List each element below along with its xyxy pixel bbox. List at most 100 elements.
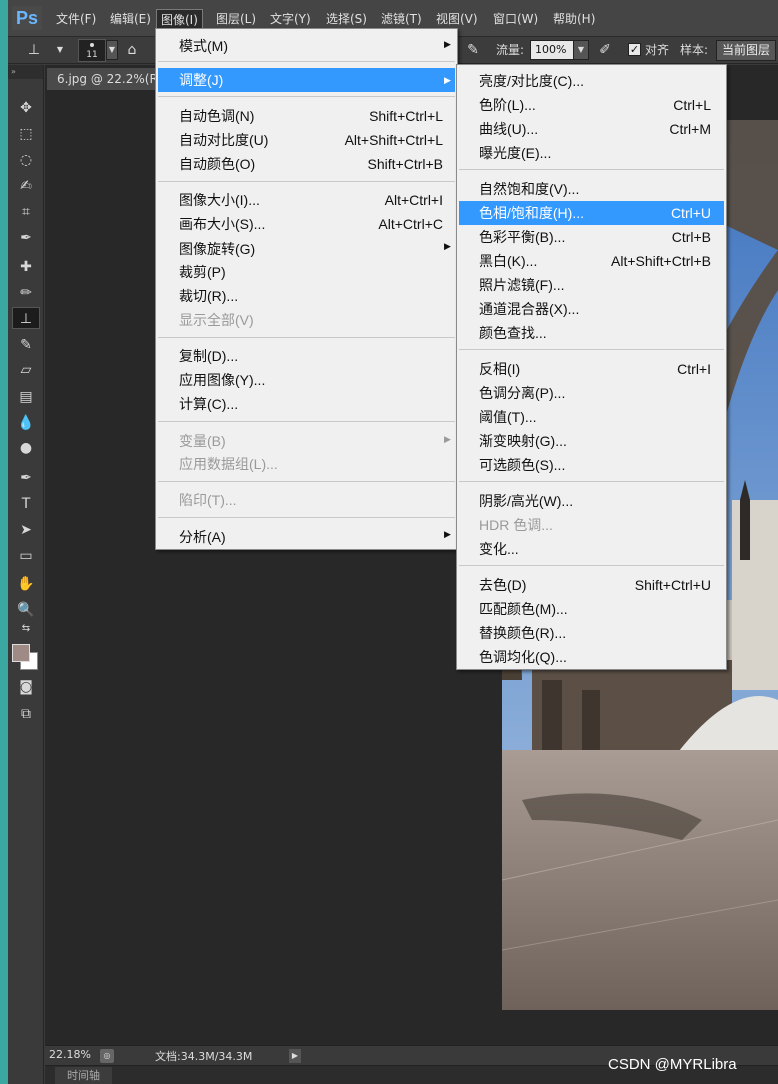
foreground-color-swatch[interactable] [12, 644, 30, 662]
adjust-item-black-white[interactable]: 黑白(K)... Alt+Shift+Ctrl+B [479, 249, 711, 273]
brush-preset-picker[interactable]: 11 [78, 39, 106, 62]
adjust-item-equalize[interactable]: 色调均化(Q)... [479, 645, 711, 669]
menu-select[interactable]: 选择(S) [322, 9, 371, 29]
adjust-item-replace-color[interactable]: 替换颜色(R)... [479, 621, 711, 645]
adjust-item-levels[interactable]: 色阶(L)... Ctrl+L [479, 93, 711, 117]
history-brush-tool-icon[interactable]: ✎ [12, 334, 40, 356]
adjust-item-vibrance[interactable]: 自然饱和度(V)... [479, 177, 711, 201]
adjust-item-exposure[interactable]: 曝光度(E)... [479, 141, 711, 165]
move-tool-icon[interactable]: ✥ [12, 97, 40, 119]
document-tab[interactable]: 6.jpg @ 22.2%(RG [47, 68, 157, 90]
adjust-item-invert[interactable]: 反相(I) Ctrl+I [479, 357, 711, 381]
healing-brush-tool-icon[interactable]: ✚ [12, 256, 40, 278]
image-menu-item-duplicate[interactable]: 复制(D)... [179, 344, 443, 368]
image-menu-item-analysis[interactable]: 分析(A) [179, 525, 443, 549]
adjust-item-desaturate[interactable]: 去色(D) Shift+Ctrl+U [479, 573, 711, 597]
adjust-item-hue-saturation[interactable]: 色相/饱和度(H)... Ctrl+U [459, 201, 724, 225]
marquee-tool-icon[interactable]: ⬚ [12, 123, 40, 145]
adjust-item-selective-color[interactable]: 可选颜色(S)... [479, 453, 711, 477]
image-menu-item-canvas-size[interactable]: 画布大小(S)... Alt+Ctrl+C [179, 212, 443, 236]
airbrush-icon[interactable]: ✎ [463, 41, 483, 59]
align-checkbox[interactable]: ✓ [628, 43, 641, 56]
image-menu-item-auto-tone[interactable]: 自动色调(N) Shift+Ctrl+L [179, 104, 443, 128]
image-menu-item-variables[interactable]: 变量(B) [179, 429, 443, 453]
menu-divider [459, 481, 724, 482]
type-tool-icon[interactable]: T [12, 493, 40, 515]
brush-dropdown-icon[interactable]: ▼ [106, 40, 118, 60]
menu-file[interactable]: 文件(F) [52, 9, 100, 29]
flow-input[interactable]: 100% [530, 40, 574, 60]
image-menu-item-calculations[interactable]: 计算(C)... [179, 392, 443, 416]
image-menu-item-trap[interactable]: 陷印(T)... [179, 488, 443, 512]
adjust-item-curves[interactable]: 曲线(U)... Ctrl+M [479, 117, 711, 141]
adjust-item-brightness-contrast[interactable]: 亮度/对比度(C)... [479, 69, 711, 93]
menu-type[interactable]: 文字(Y) [266, 9, 315, 29]
toolbox-collapse-icon[interactable]: » [8, 65, 43, 79]
quick-select-tool-icon[interactable]: ✍ [12, 175, 40, 197]
adjust-item-posterize[interactable]: 色调分离(P)... [479, 381, 711, 405]
gradient-tool-icon[interactable]: ▤ [12, 386, 40, 408]
image-menu-item-apply-image[interactable]: 应用图像(Y)... [179, 368, 443, 392]
menu-view[interactable]: 视图(V) [432, 9, 482, 29]
photoshop-logo: Ps [12, 6, 42, 30]
pressure-opacity-icon[interactable]: ✐ [595, 41, 615, 59]
adjust-item-color-lookup[interactable]: 颜色查找... [479, 321, 711, 345]
adjust-item-photo-filter[interactable]: 照片滤镜(F)... [479, 273, 711, 297]
adjust-item-hdr-toning[interactable]: HDR 色调... [479, 513, 711, 537]
flow-dropdown-icon[interactable]: ▼ [573, 40, 589, 60]
menu-layer[interactable]: 图层(L) [212, 9, 260, 29]
menu-divider [158, 517, 455, 518]
brush-tool-icon[interactable]: ✏ [12, 282, 40, 304]
submenu-arrow-icon: ▶ [444, 39, 451, 49]
image-menu-item-apply-data-set[interactable]: 应用数据组(L)... [179, 452, 443, 476]
quick-mask-icon[interactable]: ◙ [12, 676, 40, 698]
menu-divider [158, 61, 455, 62]
image-menu-item-reveal-all[interactable]: 显示全部(V) [179, 308, 443, 332]
adjust-item-threshold[interactable]: 阈值(T)... [479, 405, 711, 429]
adjust-item-color-balance[interactable]: 色彩平衡(B)... Ctrl+B [479, 225, 711, 249]
status-menu-arrow-icon[interactable]: ▶ [289, 1049, 301, 1063]
image-menu-item-trim[interactable]: 裁切(R)... [179, 284, 443, 308]
image-menu-item-auto-color[interactable]: 自动颜色(O) Shift+Ctrl+B [179, 152, 443, 176]
sample-select[interactable]: 当前图层 [716, 40, 777, 61]
image-menu-item-auto-contrast[interactable]: 自动对比度(U) Alt+Shift+Ctrl+L [179, 128, 443, 152]
crop-tool-icon[interactable]: ⌗ [12, 201, 40, 223]
image-menu-item-mode[interactable]: 模式(M) [179, 34, 439, 58]
clone-stamp-icon[interactable]: ⊥ [24, 41, 44, 59]
clone-source-icon[interactable]: ⌂ [122, 41, 142, 59]
lasso-tool-icon[interactable]: ◌ [12, 149, 40, 171]
adjust-item-match-color[interactable]: 匹配颜色(M)... [479, 597, 711, 621]
adjust-item-gradient-map[interactable]: 渐变映射(G)... [479, 429, 711, 453]
path-select-tool-icon[interactable]: ➤ [12, 519, 40, 541]
screen-mode-icon[interactable]: ⧉ [12, 703, 40, 725]
adjust-item-variations[interactable]: 变化... [479, 537, 711, 561]
rectangle-tool-icon[interactable]: ▭ [12, 545, 40, 567]
zoom-tool-icon[interactable]: 🔍 [12, 599, 40, 621]
blur-tool-icon[interactable]: 💧 [12, 412, 40, 434]
image-menu-item-adjustments[interactable]: 调整(J) ▶ [158, 68, 455, 92]
chevron-down-icon[interactable]: ▼ [50, 41, 70, 59]
image-menu-item-image-rotation[interactable]: 图像旋转(G) [179, 237, 443, 261]
dodge-tool-icon[interactable]: ● [12, 437, 40, 459]
eyedropper-tool-icon[interactable]: ✒ [12, 227, 40, 249]
timeline-tab[interactable]: 时间轴 [55, 1067, 112, 1084]
share-icon[interactable]: ◎ [100, 1049, 114, 1063]
menu-filter[interactable]: 滤镜(T) [377, 9, 426, 29]
hand-tool-icon[interactable]: ✋ [12, 573, 40, 595]
menu-image[interactable]: 图像(I) [156, 9, 203, 29]
adjust-item-channel-mixer[interactable]: 通道混合器(X)... [479, 297, 711, 321]
submenu-arrow-icon: ▶ [444, 241, 451, 251]
eraser-tool-icon[interactable]: ▱ [12, 359, 40, 381]
clone-stamp-tool-icon[interactable]: ⊥ [12, 307, 40, 329]
pen-tool-icon[interactable]: ✒ [12, 467, 40, 489]
zoom-level[interactable]: 22.18% [49, 1048, 91, 1061]
image-menu-item-image-size[interactable]: 图像大小(I)... Alt+Ctrl+I [179, 188, 443, 212]
flow-label: 流量: [496, 43, 525, 57]
swap-colors-icon[interactable]: ⇆ [12, 622, 40, 636]
adjust-item-shadows-highlights[interactable]: 阴影/高光(W)... [479, 489, 711, 513]
menu-window[interactable]: 窗口(W) [489, 9, 542, 29]
image-menu-item-crop[interactable]: 裁剪(P) [179, 260, 443, 284]
submenu-arrow-icon: ▶ [444, 75, 451, 85]
menu-help[interactable]: 帮助(H) [549, 9, 599, 29]
menu-edit[interactable]: 编辑(E) [106, 9, 155, 29]
